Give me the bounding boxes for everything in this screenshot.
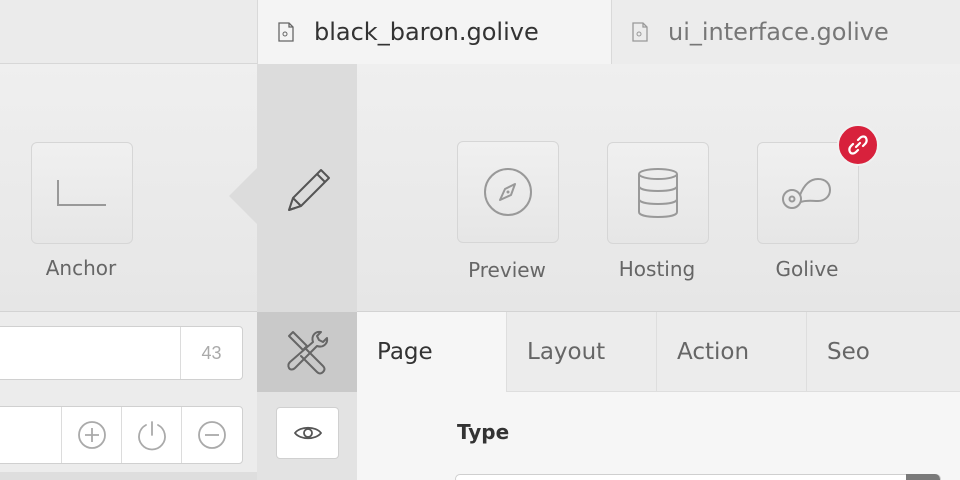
preview-label: Preview [468,258,546,282]
plus-circle-icon [77,421,106,449]
hosting-button[interactable] [607,142,709,244]
visibility-toggle[interactable] [276,407,339,459]
power-icon [137,421,166,451]
tools-icon [287,330,329,375]
pointer-notch [229,168,257,224]
minus-circle-icon [197,421,226,449]
tab-label: black_baron.golive [314,18,539,46]
compass-icon [484,168,532,216]
database-icon [638,168,678,219]
type-label: Type [457,420,510,444]
eye-icon [293,426,322,440]
preview-button[interactable] [457,141,559,243]
tab-ui-interface[interactable]: ui_interface.golive [611,0,960,64]
panel-strip [0,472,257,480]
tab-label: ui_interface.golive [668,18,889,46]
tab-page[interactable]: Page [357,312,507,392]
power-button[interactable] [121,407,181,463]
anchor-icon [57,180,106,206]
type-select[interactable] [455,474,941,480]
character-count: 43 [201,342,222,363]
settings-button[interactable] [257,312,357,392]
edit-mode-button[interactable] [257,64,357,312]
golive-label: Golive [775,257,839,281]
tab-action[interactable]: Action [657,312,807,392]
anchor-label: Anchor [45,256,117,280]
add-button[interactable] [61,407,121,463]
pencil-icon [288,169,330,211]
golive-icon [782,177,832,209]
tab-layout-label: Layout [527,338,606,365]
anchor-button[interactable] [31,142,133,244]
document-icon [632,22,648,42]
page-settings-panel [357,392,960,480]
tab-action-label: Action [677,338,750,365]
document-icon [278,22,294,42]
remove-button[interactable] [181,407,241,463]
tab-seo-label: Seo [827,338,870,365]
tab-layout[interactable]: Layout [507,312,657,392]
link-icon [848,135,868,155]
hosting-label: Hosting [618,257,696,281]
link-badge[interactable] [837,124,879,166]
tab-seo[interactable]: Seo [807,312,960,392]
tab-black-baron[interactable]: black_baron.golive [257,0,611,64]
select-handle[interactable] [906,474,940,480]
tab-page-label: Page [377,339,433,365]
